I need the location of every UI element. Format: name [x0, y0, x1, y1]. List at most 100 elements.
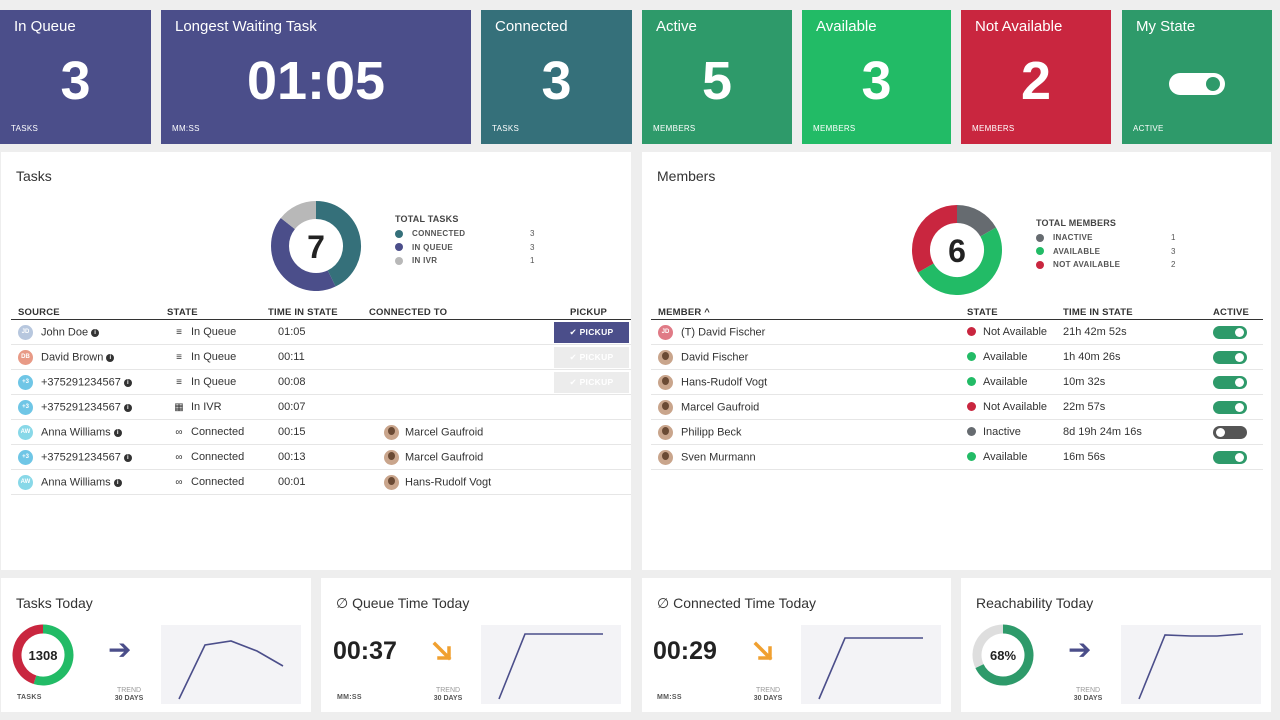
source-name: John Doe — [41, 326, 89, 339]
tile-not-available: Not Available 2 MEMBERS — [961, 10, 1111, 144]
state-label: In IVR — [191, 401, 222, 413]
legend-value: 3 — [530, 229, 535, 239]
state-cell: ∞ Connected — [173, 426, 244, 438]
member-cell: JD (T) David Fischer — [658, 325, 765, 340]
tile-value: 3 — [541, 51, 572, 111]
trend-label-line1: TREND — [755, 687, 781, 694]
connected-to-cell: Hans-Rudolf Vogt — [384, 475, 491, 490]
source-cell: +3 +375291234567 i — [18, 450, 132, 465]
card-title: ∅ Queue Time Today — [336, 595, 470, 611]
time-cell: 00:11 — [278, 351, 305, 363]
col-member[interactable]: MEMBER ^ — [658, 307, 710, 318]
state-cell: ≡ In Queue — [173, 376, 236, 388]
trend-label: TREND 30 DAYS — [1067, 687, 1109, 703]
info-icon[interactable]: i — [113, 429, 122, 438]
info-icon[interactable]: i — [113, 479, 122, 488]
time-cell: 10m 32s — [1063, 376, 1106, 388]
legend-value: 2 — [1171, 260, 1176, 270]
active-toggle[interactable] — [1213, 451, 1247, 464]
info-icon[interactable]: i — [106, 354, 115, 363]
info-icon[interactable]: i — [123, 404, 132, 413]
tile-unit: MEMBERS — [653, 124, 696, 133]
state-cell: ∞ Connected — [173, 451, 244, 463]
arrow-right-icon: ➔ — [108, 634, 132, 665]
state-cell: Inactive — [967, 426, 1021, 438]
legend-item: IN IVR 1 — [395, 254, 534, 268]
check-icon: ✔ — [569, 377, 580, 387]
tile-unit: TASKS — [11, 124, 39, 133]
legend-dot — [1036, 233, 1044, 242]
members-panel: Members 6 TOTAL MEMBERS INACTIVE 1 AVAILAB… — [642, 152, 1271, 570]
time-cell: 00:07 — [278, 401, 306, 413]
member-cell: Hans-Rudolf Vogt — [658, 375, 767, 390]
trend-label: TREND 30 DAYS — [747, 687, 789, 703]
trend-label: TREND 30 DAYS — [427, 687, 469, 703]
table-row: JD John Doe i ≡ In Queue 01:05 ✔ PICKUP — [11, 320, 631, 345]
member-name: Hans-Rudolf Vogt — [681, 376, 768, 389]
active-toggle[interactable] — [1213, 326, 1247, 339]
info-icon[interactable]: i — [91, 329, 100, 338]
queue-sparkline — [481, 625, 621, 704]
state-cell: Available — [967, 351, 1027, 363]
arrow-down-right-icon — [432, 641, 452, 661]
legend-item: AVAILABLE 3 — [1036, 245, 1175, 259]
panel-title: Tasks — [16, 168, 52, 184]
state-cell: Not Available — [967, 401, 1047, 413]
card-unit: MM:SS — [657, 694, 682, 701]
members-legend: TOTAL MEMBERS INACTIVE 1 AVAILABLE 3 NOT AVA… — [1036, 218, 1175, 272]
member-photo — [658, 350, 673, 365]
tile-title: Not Available — [975, 18, 1063, 35]
pickup-button[interactable]: ✔ PICKUP — [554, 322, 629, 343]
time-cell: 00:08 — [278, 376, 306, 388]
col-time[interactable]: TIME IN STATE — [268, 307, 338, 318]
table-row: AW Anna Williams i ∞ Connected 00:01 Hans-Rudo… — [11, 470, 631, 495]
tasks-total: 7 — [307, 229, 325, 265]
col-source[interactable]: SOURCE — [18, 307, 60, 318]
state-label: In Queue — [191, 351, 237, 363]
time-cell: 00:01 — [278, 476, 306, 488]
source-cell: DB David Brown i — [18, 350, 115, 365]
legend-item: IN QUEUE 3 — [395, 241, 534, 255]
tile-unit: MEMBERS — [972, 124, 1015, 133]
time-cell: 16m 56s — [1063, 451, 1106, 463]
tile-value: 01:05 — [246, 51, 386, 111]
source-name: +375291234567 — [41, 376, 121, 389]
col-state[interactable]: STATE — [167, 307, 198, 318]
status-dot — [967, 452, 976, 461]
avatar: +3 — [18, 450, 33, 465]
trend-label-line1: TREND — [116, 687, 142, 694]
pickup-label: PICKUP — [579, 352, 614, 362]
info-icon[interactable]: i — [123, 454, 132, 463]
info-icon[interactable]: i — [123, 379, 132, 388]
col-state[interactable]: STATE — [967, 307, 998, 318]
pickup-label: PICKUP — [579, 377, 614, 387]
tile-connected: Connected 3 TASKS — [481, 10, 632, 144]
sparkline-path — [178, 640, 284, 700]
connected-sparkline — [801, 625, 941, 704]
my-state-toggle[interactable] — [1169, 73, 1225, 95]
tasks-panel: Tasks 7 TOTAL TASKS CONNECTED 3 IN QUEUE 3 I… — [1, 152, 631, 570]
legend-item: CONNECTED 3 — [395, 227, 534, 241]
active-toggle[interactable] — [1213, 426, 1247, 439]
tile-unit: MEMBERS — [813, 124, 856, 133]
member-photo — [658, 425, 673, 440]
toggle-knob — [1235, 328, 1244, 337]
table-row: DB David Brown i ≡ In Queue 00:11 ✔ PICKUP — [11, 345, 631, 370]
col-time[interactable]: TIME IN STATE — [1063, 307, 1133, 318]
legend-value: 1 — [1171, 233, 1176, 243]
connected-time-value: 00:29 — [653, 637, 717, 665]
tile-longest-waiting: Longest Waiting Task 01:05 MM:SS — [161, 10, 471, 144]
active-toggle[interactable] — [1213, 376, 1247, 389]
col-connected-to[interactable]: CONNECTED TO — [369, 307, 447, 318]
sparkline-path — [818, 637, 923, 700]
active-toggle[interactable] — [1213, 401, 1247, 414]
tasks-table: SOURCE STATE TIME IN STATE CONNECTED TO … — [11, 304, 631, 495]
source-name: Anna Williams — [41, 426, 111, 439]
tile-value: 3 — [861, 51, 892, 111]
active-toggle[interactable] — [1213, 351, 1247, 364]
table-row: Marcel Gaufroid Not Available 22m 57s — [651, 395, 1263, 420]
table-row: JD (T) David Fischer Not Available 21h 42m … — [651, 320, 1263, 345]
trend-label-line2: 30 DAYS — [114, 695, 144, 702]
legend-dot — [395, 256, 403, 265]
avatar: JD — [658, 325, 673, 340]
